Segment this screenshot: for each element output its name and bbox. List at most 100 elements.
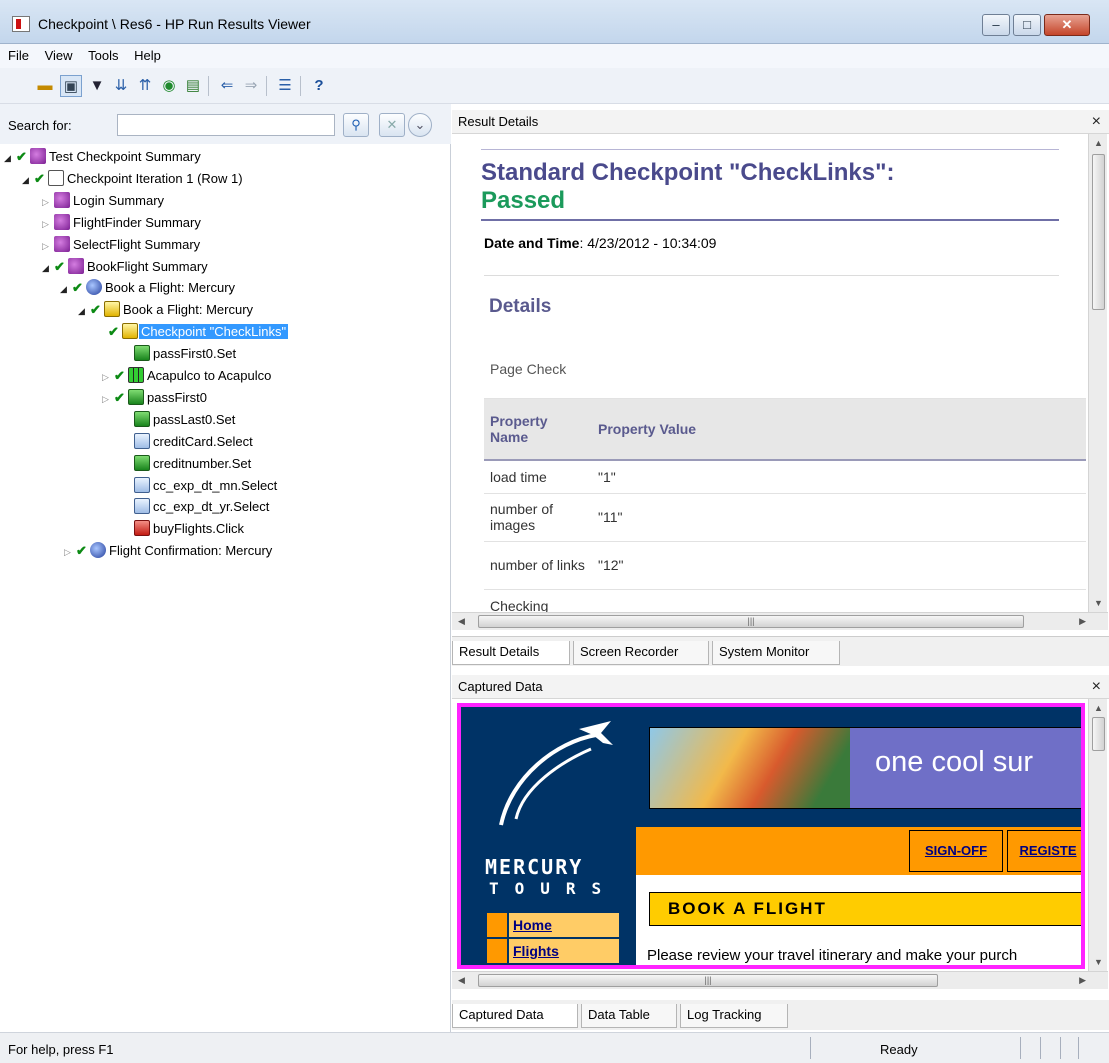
close-icon[interactable]: × bbox=[1092, 675, 1101, 699]
column-header-property-value: Property Value bbox=[592, 397, 1086, 461]
scroll-down-arrow[interactable]: ▼ bbox=[1089, 957, 1108, 967]
tree-node-label: BookFlight Summary bbox=[87, 258, 208, 274]
close-button[interactable]: ✕ bbox=[1044, 14, 1090, 36]
scrollbar-thumb[interactable]: ||| bbox=[478, 615, 1024, 628]
collapse-arrow-icon[interactable]: ◢ bbox=[4, 147, 16, 169]
menu-file[interactable]: File bbox=[0, 44, 35, 63]
step-icon bbox=[128, 388, 144, 405]
back-icon[interactable]: ⇐ bbox=[216, 75, 238, 97]
menu-tools[interactable]: Tools bbox=[82, 44, 124, 63]
search-button[interactable]: ⚲ bbox=[343, 113, 369, 137]
captured-data-header: Captured Data × bbox=[452, 675, 1109, 699]
tree-node[interactable]: ▷ FlightFinder Summary bbox=[42, 212, 203, 234]
scroll-up-arrow[interactable]: ▲ bbox=[1089, 138, 1108, 148]
collapse-arrow-icon[interactable]: ◢ bbox=[42, 257, 54, 279]
forward-icon[interactable]: ⇒ bbox=[240, 75, 262, 97]
tab-captured-data[interactable]: Captured Data bbox=[452, 1004, 578, 1028]
maximize-button[interactable]: □ bbox=[1013, 14, 1041, 36]
list-icon[interactable]: ☰ bbox=[274, 75, 296, 97]
tree-node[interactable]: ▷ ✔ passFirst0 bbox=[102, 387, 209, 409]
tab-system-monitor[interactable]: System Monitor bbox=[712, 641, 840, 665]
expand-all-icon[interactable]: ⇊ bbox=[110, 75, 132, 97]
scroll-down-arrow[interactable]: ▼ bbox=[1089, 598, 1108, 608]
tree-node[interactable]: creditnumber.Set bbox=[122, 453, 253, 475]
clear-search-button[interactable]: ✕ bbox=[379, 113, 405, 137]
search-input[interactable] bbox=[117, 114, 335, 136]
btn-icon bbox=[134, 520, 150, 537]
search-options-button[interactable]: ⌄ bbox=[408, 113, 432, 137]
filter-icon[interactable]: ▼ bbox=[86, 75, 108, 97]
summary-icon bbox=[54, 213, 70, 230]
table-section-row: Page Check bbox=[484, 340, 1086, 399]
divider bbox=[481, 149, 1059, 150]
tree-node[interactable]: ✔ Checkpoint "CheckLinks" bbox=[96, 321, 289, 343]
captured-data-vertical-scrollbar[interactable]: ▲ ▼ bbox=[1088, 699, 1107, 971]
expand-arrow-icon[interactable]: ▷ bbox=[42, 235, 54, 257]
collapse-arrow-icon[interactable]: ◢ bbox=[22, 169, 34, 191]
tab-result-details[interactable]: Result Details bbox=[452, 641, 570, 665]
summary-icon bbox=[54, 235, 70, 252]
tree-node-label: Book a Flight: Mercury bbox=[123, 302, 254, 318]
tree-node[interactable]: ▷ SelectFlight Summary bbox=[42, 234, 202, 256]
tree-node[interactable]: ◢ ✔ Book a Flight: Mercury bbox=[60, 277, 237, 299]
tree-node[interactable]: ◢ ✔ BookFlight Summary bbox=[42, 256, 210, 278]
scroll-right-arrow[interactable]: ▶ bbox=[1079, 616, 1086, 627]
tree-node[interactable]: buyFlights.Click bbox=[122, 518, 246, 540]
result-details-vertical-scrollbar[interactable]: ▲ ▼ bbox=[1088, 134, 1107, 612]
tree-node[interactable]: ▷ Login Summary bbox=[42, 190, 166, 212]
scroll-right-arrow[interactable]: ▶ bbox=[1079, 975, 1086, 986]
status-separator bbox=[1020, 1037, 1021, 1059]
view-toggle-icon[interactable]: ▣ bbox=[60, 75, 82, 97]
tree-node[interactable]: cc_exp_dt_yr.Select bbox=[122, 496, 271, 518]
menu-help[interactable]: Help bbox=[128, 44, 167, 63]
app-icon bbox=[12, 16, 30, 32]
scrollbar-thumb[interactable]: ||| bbox=[478, 974, 938, 987]
help-icon[interactable]: ? bbox=[308, 75, 330, 97]
expand-arrow-icon[interactable]: ▷ bbox=[102, 366, 114, 388]
expand-arrow-icon[interactable]: ▷ bbox=[64, 541, 76, 563]
close-icon[interactable]: × bbox=[1092, 110, 1101, 134]
scrollbar-thumb[interactable] bbox=[1092, 154, 1105, 310]
table-row: number of images "11" bbox=[484, 493, 1086, 542]
find-icon[interactable]: ◉ bbox=[158, 75, 180, 97]
tab-log-tracking[interactable]: Log Tracking bbox=[680, 1004, 788, 1028]
captured-data-horizontal-scrollbar[interactable]: ◀ ||| ▶ bbox=[452, 971, 1108, 989]
table-icon bbox=[128, 367, 144, 383]
open-icon[interactable]: ▬ bbox=[34, 75, 56, 97]
tree-node[interactable]: ▷ ✔ Acapulco to Acapulco bbox=[102, 365, 273, 387]
export-icon[interactable]: ▤ bbox=[182, 75, 204, 97]
expand-arrow-icon[interactable]: ▷ bbox=[42, 213, 54, 235]
tree-node[interactable]: passLast0.Set bbox=[122, 409, 237, 431]
tree-node[interactable]: ◢ ✔ Book a Flight: Mercury bbox=[78, 299, 255, 321]
summary-icon bbox=[68, 257, 84, 274]
collapse-arrow-icon[interactable]: ◢ bbox=[78, 300, 90, 322]
table-cell-value: "1" bbox=[592, 460, 1086, 494]
tree-node[interactable]: creditCard.Select bbox=[122, 431, 255, 453]
result-details-header: Result Details × bbox=[452, 110, 1109, 134]
scroll-up-arrow[interactable]: ▲ bbox=[1089, 703, 1108, 713]
expand-arrow-icon[interactable]: ▷ bbox=[42, 191, 54, 213]
collapse-arrow-icon[interactable]: ◢ bbox=[60, 278, 72, 300]
scroll-left-arrow[interactable]: ◀ bbox=[458, 616, 465, 627]
tree-node[interactable]: ▷ ✔ Flight Confirmation: Mercury bbox=[64, 540, 274, 562]
result-details-tabs: Result Details Screen Recorder System Mo… bbox=[452, 636, 1109, 666]
tree-node-label: passFirst0 bbox=[147, 389, 207, 405]
collapse-all-icon[interactable]: ⇈ bbox=[134, 75, 156, 97]
tab-screen-recorder[interactable]: Screen Recorder bbox=[573, 641, 709, 665]
scroll-left-arrow[interactable]: ◀ bbox=[458, 975, 465, 986]
tree-node[interactable]: ◢ ✔ Test Checkpoint Summary bbox=[4, 146, 203, 168]
result-details-horizontal-scrollbar[interactable]: ◀ ||| ▶ bbox=[452, 612, 1108, 630]
date-and-time: Date and Time: 4/23/2012 - 10:34:09 bbox=[484, 235, 716, 251]
minimize-button[interactable]: – bbox=[982, 14, 1010, 36]
page-icon bbox=[122, 323, 138, 340]
tree-node[interactable]: ◢ ✔ Checkpoint Iteration 1 (Row 1) bbox=[22, 168, 245, 190]
scrollbar-thumb[interactable] bbox=[1092, 717, 1105, 751]
menu-view[interactable]: View bbox=[39, 44, 79, 63]
expand-arrow-icon[interactable]: ▷ bbox=[102, 388, 114, 410]
column-header-property-name: Property Name bbox=[484, 397, 592, 461]
property-table: Page Check Property Name Property Value l… bbox=[484, 340, 1086, 623]
tab-data-table[interactable]: Data Table bbox=[581, 1004, 677, 1028]
toolbar: ▬ ▣ ▼ ⇊ ⇈ ◉ ▤ ⇐ ⇒ ☰ ? bbox=[0, 68, 1109, 104]
tree-node[interactable]: passFirst0.Set bbox=[122, 343, 238, 365]
tree-node[interactable]: cc_exp_dt_mn.Select bbox=[122, 475, 279, 497]
